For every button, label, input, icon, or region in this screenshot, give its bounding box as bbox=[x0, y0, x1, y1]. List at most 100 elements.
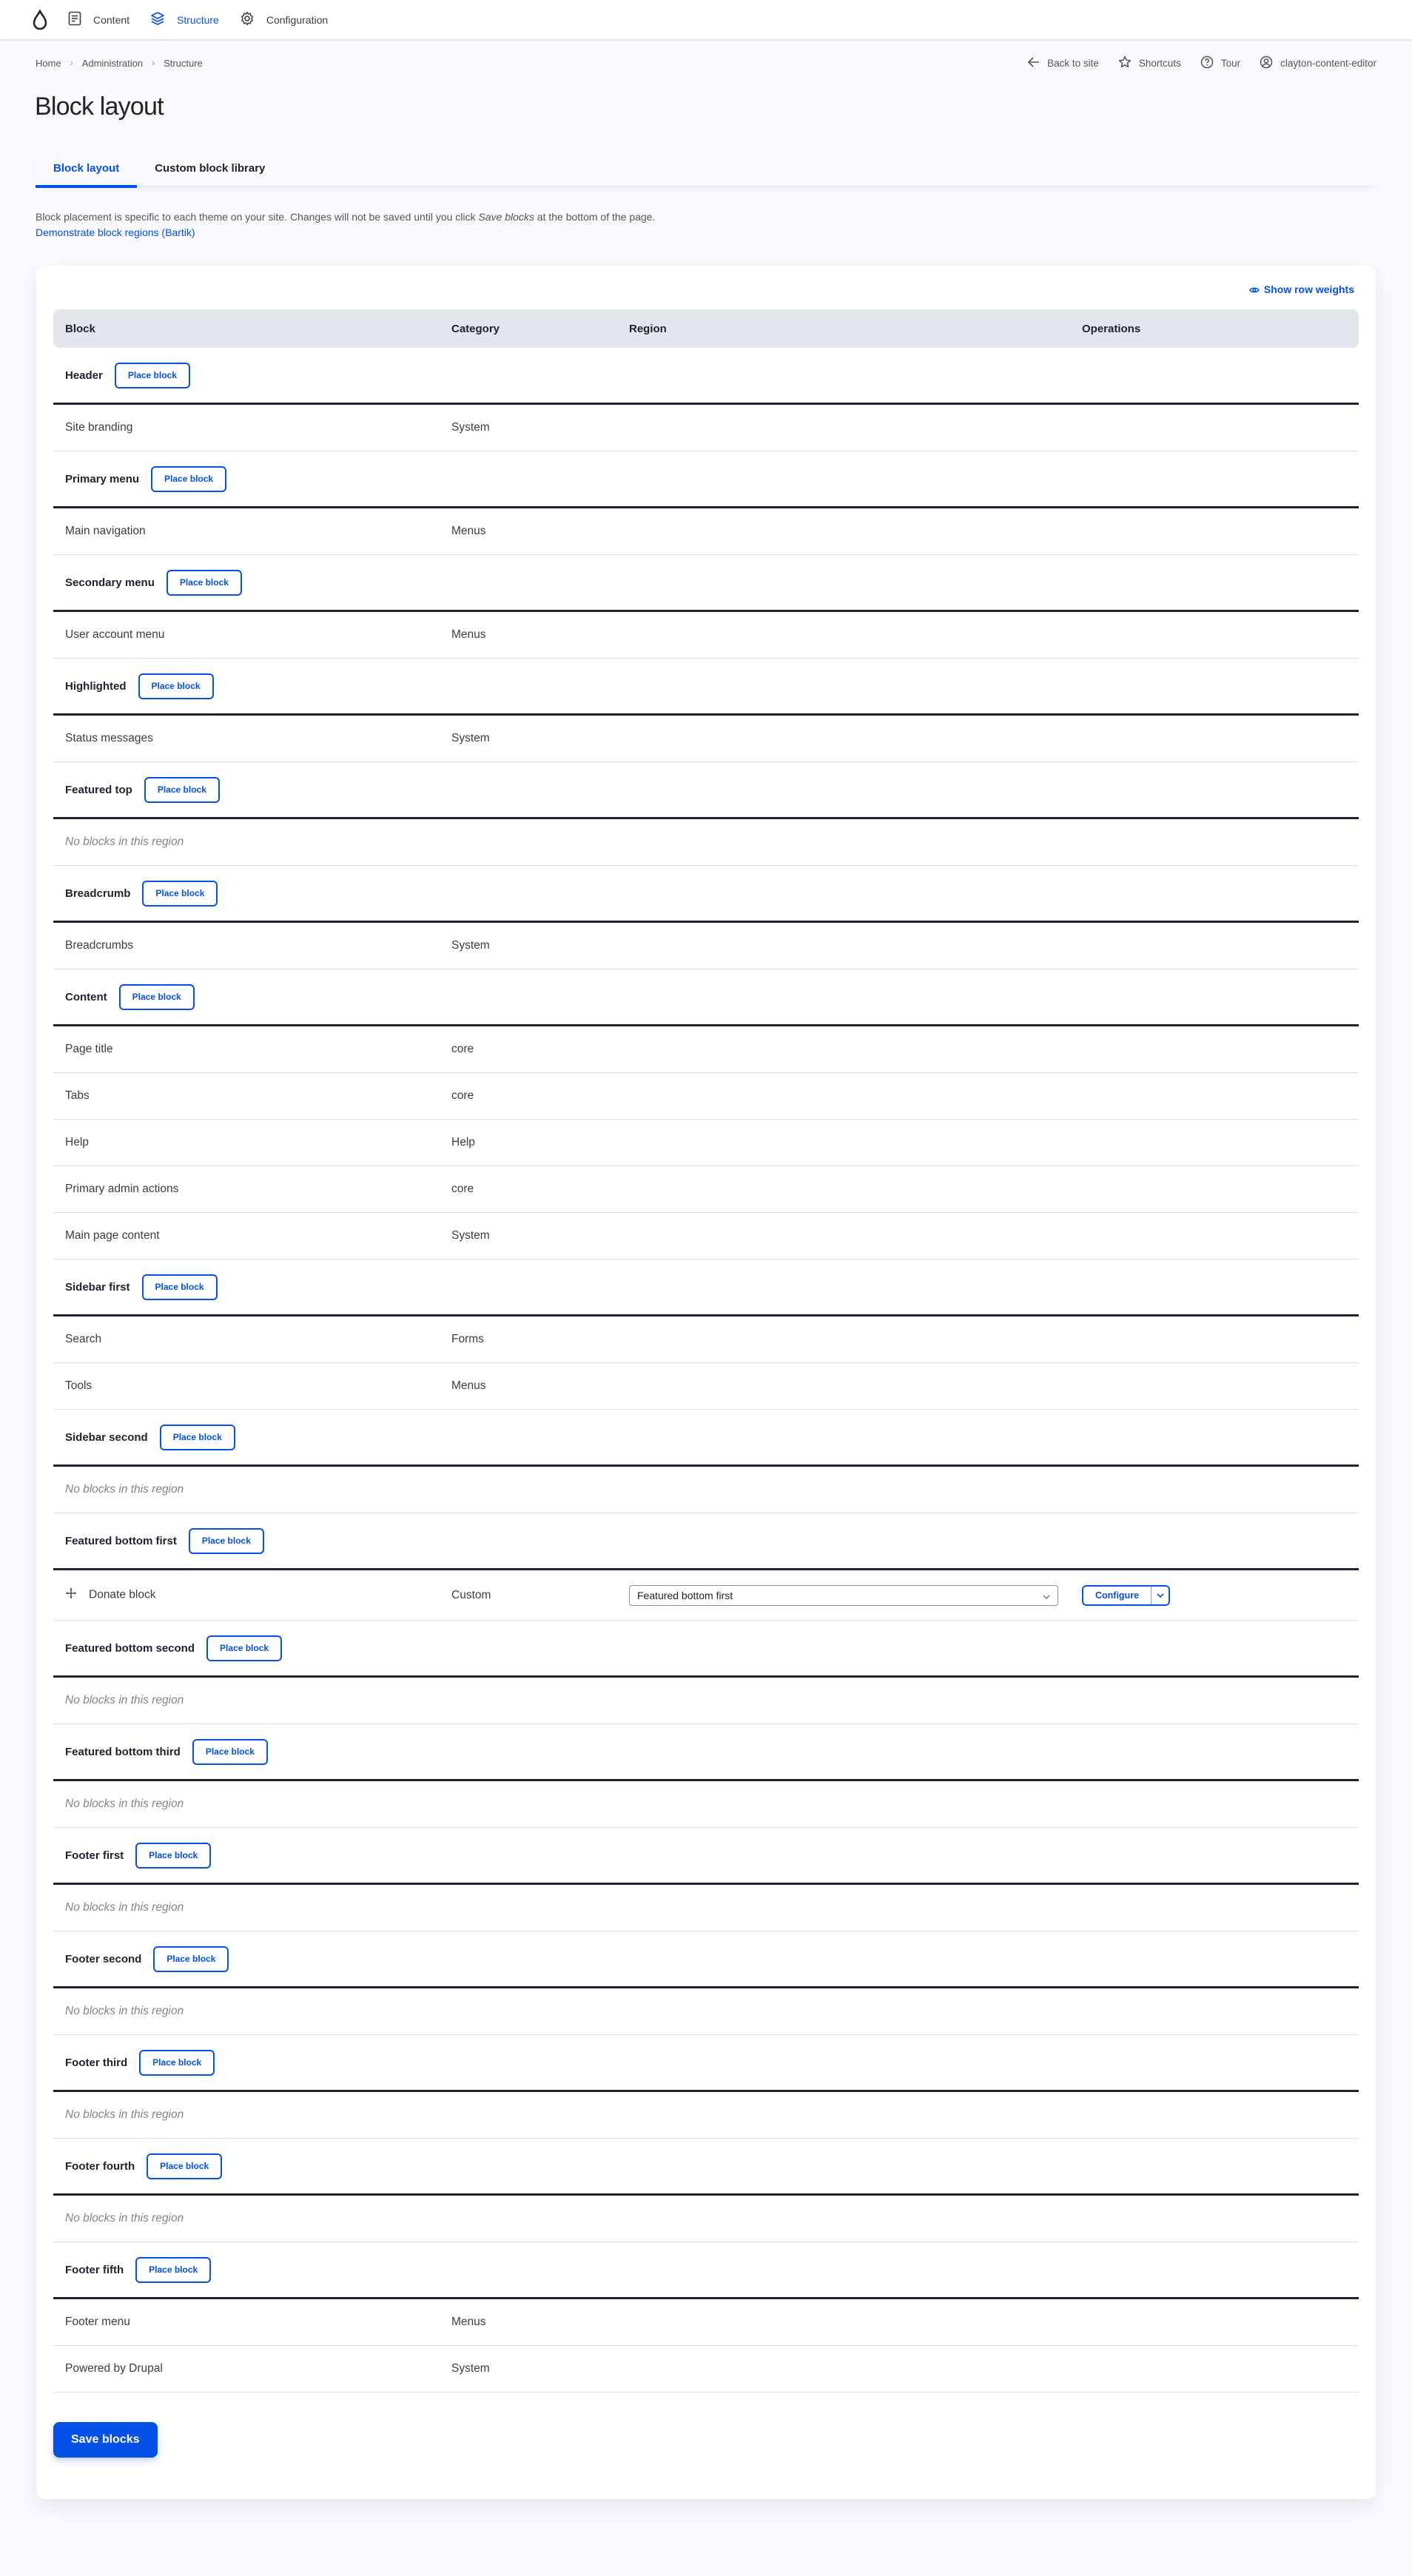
block-region-cell bbox=[617, 1166, 1070, 1213]
block-category: System bbox=[440, 1213, 617, 1260]
block-region-cell bbox=[617, 716, 1070, 762]
breadcrumb-administration[interactable]: Administration bbox=[82, 58, 143, 69]
block-operations-cell bbox=[1070, 1073, 1359, 1120]
region-select[interactable]: Featured bottom first bbox=[629, 1584, 1058, 1606]
region-row-highlighted: Highlighted Place block bbox=[53, 659, 1359, 716]
drag-handle-icon[interactable] bbox=[65, 1587, 77, 1603]
region-cell: Footer third Place block bbox=[53, 2035, 1359, 2092]
save-blocks-button[interactable]: Save blocks bbox=[53, 2422, 158, 2458]
block-row: Tabs core bbox=[53, 1073, 1359, 1120]
region-row-footer-first: Footer first Place block bbox=[53, 1828, 1359, 1885]
block-name-cell: Primary admin actions bbox=[53, 1166, 440, 1213]
place-block-button[interactable]: Place block bbox=[142, 880, 218, 907]
block-name: Tabs bbox=[65, 1089, 90, 1102]
shortcuts-link[interactable]: Shortcuts bbox=[1118, 56, 1181, 71]
block-name-cell: Footer menu bbox=[53, 2299, 440, 2346]
block-row: Page title core bbox=[53, 1026, 1359, 1073]
drupal-logo-icon[interactable] bbox=[33, 9, 52, 30]
help-text-emphasis: Save blocks bbox=[478, 211, 534, 223]
user-name: clayton-content-editor bbox=[1280, 57, 1376, 69]
place-block-button[interactable]: Place block bbox=[144, 776, 220, 803]
block-row: Main navigation Menus bbox=[53, 508, 1359, 555]
block-name-cell: User account menu bbox=[53, 612, 440, 659]
place-block-button[interactable]: Place block bbox=[114, 362, 190, 389]
block-category: Help bbox=[440, 1120, 617, 1166]
empty-region-row: No blocks in this region bbox=[53, 1467, 1359, 1513]
help-text-part: at the bottom of the page. bbox=[534, 211, 656, 223]
place-block-button[interactable]: Place block bbox=[147, 2153, 223, 2179]
place-block-button[interactable]: Place block bbox=[139, 2049, 215, 2076]
place-block-button[interactable]: Place block bbox=[206, 1635, 283, 1661]
secondary-toolbar: Back to site Shortcuts Tour clayton-cont… bbox=[1009, 56, 1376, 71]
user-menu-link[interactable]: clayton-content-editor bbox=[1260, 56, 1376, 71]
place-block-button[interactable]: Place block bbox=[192, 1738, 268, 1765]
place-block-button[interactable]: Place block bbox=[188, 1527, 264, 1554]
block-name-cell: Site branding bbox=[53, 405, 440, 451]
empty-region-message: No blocks in this region bbox=[53, 2092, 1359, 2139]
tab-block-layout[interactable]: Block layout bbox=[36, 150, 138, 188]
region-row-breadcrumb: Breadcrumb Place block bbox=[53, 866, 1359, 923]
chevron-right-icon: › bbox=[70, 58, 73, 68]
admin-toolbar: Content Structure Configuration bbox=[0, 0, 1412, 39]
block-region-cell bbox=[617, 1213, 1070, 1260]
breadcrumb-structure[interactable]: Structure bbox=[164, 58, 203, 69]
region-cell: Highlighted Place block bbox=[53, 659, 1359, 716]
demonstrate-regions-link[interactable]: Demonstrate block regions (Bartik) bbox=[36, 226, 195, 238]
place-block-button[interactable]: Place block bbox=[118, 983, 195, 1010]
block-category: System bbox=[440, 405, 617, 451]
toolbar-item-structure[interactable]: Structure bbox=[150, 11, 219, 28]
block-operations-cell bbox=[1070, 1316, 1359, 1363]
toolbar-item-content[interactable]: Content bbox=[68, 11, 130, 28]
region-row-content: Content Place block bbox=[53, 969, 1359, 1026]
region-title: Featured bottom first bbox=[65, 1534, 177, 1547]
configure-button[interactable]: Configure bbox=[1083, 1587, 1151, 1604]
tour-label: Tour bbox=[1220, 57, 1241, 69]
region-cell: Featured bottom second Place block bbox=[53, 1621, 1359, 1678]
block-name-cell: Tabs bbox=[53, 1073, 440, 1120]
column-header-category: Category bbox=[440, 309, 617, 348]
place-block-button[interactable]: Place block bbox=[151, 465, 227, 492]
block-row: Primary admin actions core bbox=[53, 1166, 1359, 1213]
block-name-cell: Status messages bbox=[53, 716, 440, 762]
block-name-cell: Page title bbox=[53, 1026, 440, 1073]
block-region-cell bbox=[617, 2346, 1070, 2392]
block-operations-cell bbox=[1070, 2299, 1359, 2346]
region-title: Footer fifth bbox=[65, 2263, 124, 2276]
block-name: Site branding bbox=[65, 421, 133, 434]
place-block-button[interactable]: Place block bbox=[153, 1946, 229, 1972]
block-name-cell: Donate block bbox=[53, 1570, 440, 1621]
block-name: Status messages bbox=[65, 732, 153, 744]
block-region-cell: Featured bottom first bbox=[617, 1570, 1070, 1621]
place-block-button[interactable]: Place block bbox=[159, 1424, 235, 1450]
block-name-cell: Main page content bbox=[53, 1213, 440, 1260]
toolbar-label: Configuration bbox=[266, 13, 329, 26]
empty-region-message: No blocks in this region bbox=[53, 1988, 1359, 2035]
place-block-button[interactable]: Place block bbox=[138, 673, 214, 699]
block-name: Primary admin actions bbox=[65, 1183, 179, 1195]
empty-region-message: No blocks in this region bbox=[53, 819, 1359, 866]
tour-link[interactable]: Tour bbox=[1200, 56, 1240, 71]
region-row-sidebar-second: Sidebar second Place block bbox=[53, 1410, 1359, 1467]
breadcrumb-home[interactable]: Home bbox=[36, 58, 61, 69]
toolbar-item-configuration[interactable]: Configuration bbox=[240, 11, 328, 28]
region-row-featured-bottom-first: Featured bottom first Place block bbox=[53, 1513, 1359, 1570]
tab-custom-block-library[interactable]: Custom block library bbox=[137, 150, 283, 186]
operations-toggle-button[interactable] bbox=[1151, 1586, 1169, 1604]
place-block-button[interactable]: Place block bbox=[166, 569, 242, 596]
empty-region-row: No blocks in this region bbox=[53, 2196, 1359, 2242]
region-title: Sidebar first bbox=[65, 1280, 130, 1294]
block-category: core bbox=[440, 1073, 617, 1120]
back-to-site-link[interactable]: Back to site bbox=[1027, 56, 1099, 70]
column-header-region: Region bbox=[617, 309, 1070, 348]
place-block-button[interactable]: Place block bbox=[141, 1274, 218, 1300]
block-name: Main navigation bbox=[65, 525, 146, 537]
block-name-cell: Tools bbox=[53, 1363, 440, 1410]
region-row-primary-menu: Primary menu Place block bbox=[53, 451, 1359, 508]
block-category: Menus bbox=[440, 2299, 617, 2346]
show-row-weights-button[interactable]: Show row weights bbox=[1249, 283, 1354, 309]
chevron-right-icon: › bbox=[152, 58, 155, 68]
help-text-part: Block placement is specific to each them… bbox=[36, 211, 479, 223]
place-block-button[interactable]: Place block bbox=[135, 2256, 212, 2283]
block-region-cell bbox=[617, 923, 1070, 969]
place-block-button[interactable]: Place block bbox=[135, 1842, 212, 1869]
